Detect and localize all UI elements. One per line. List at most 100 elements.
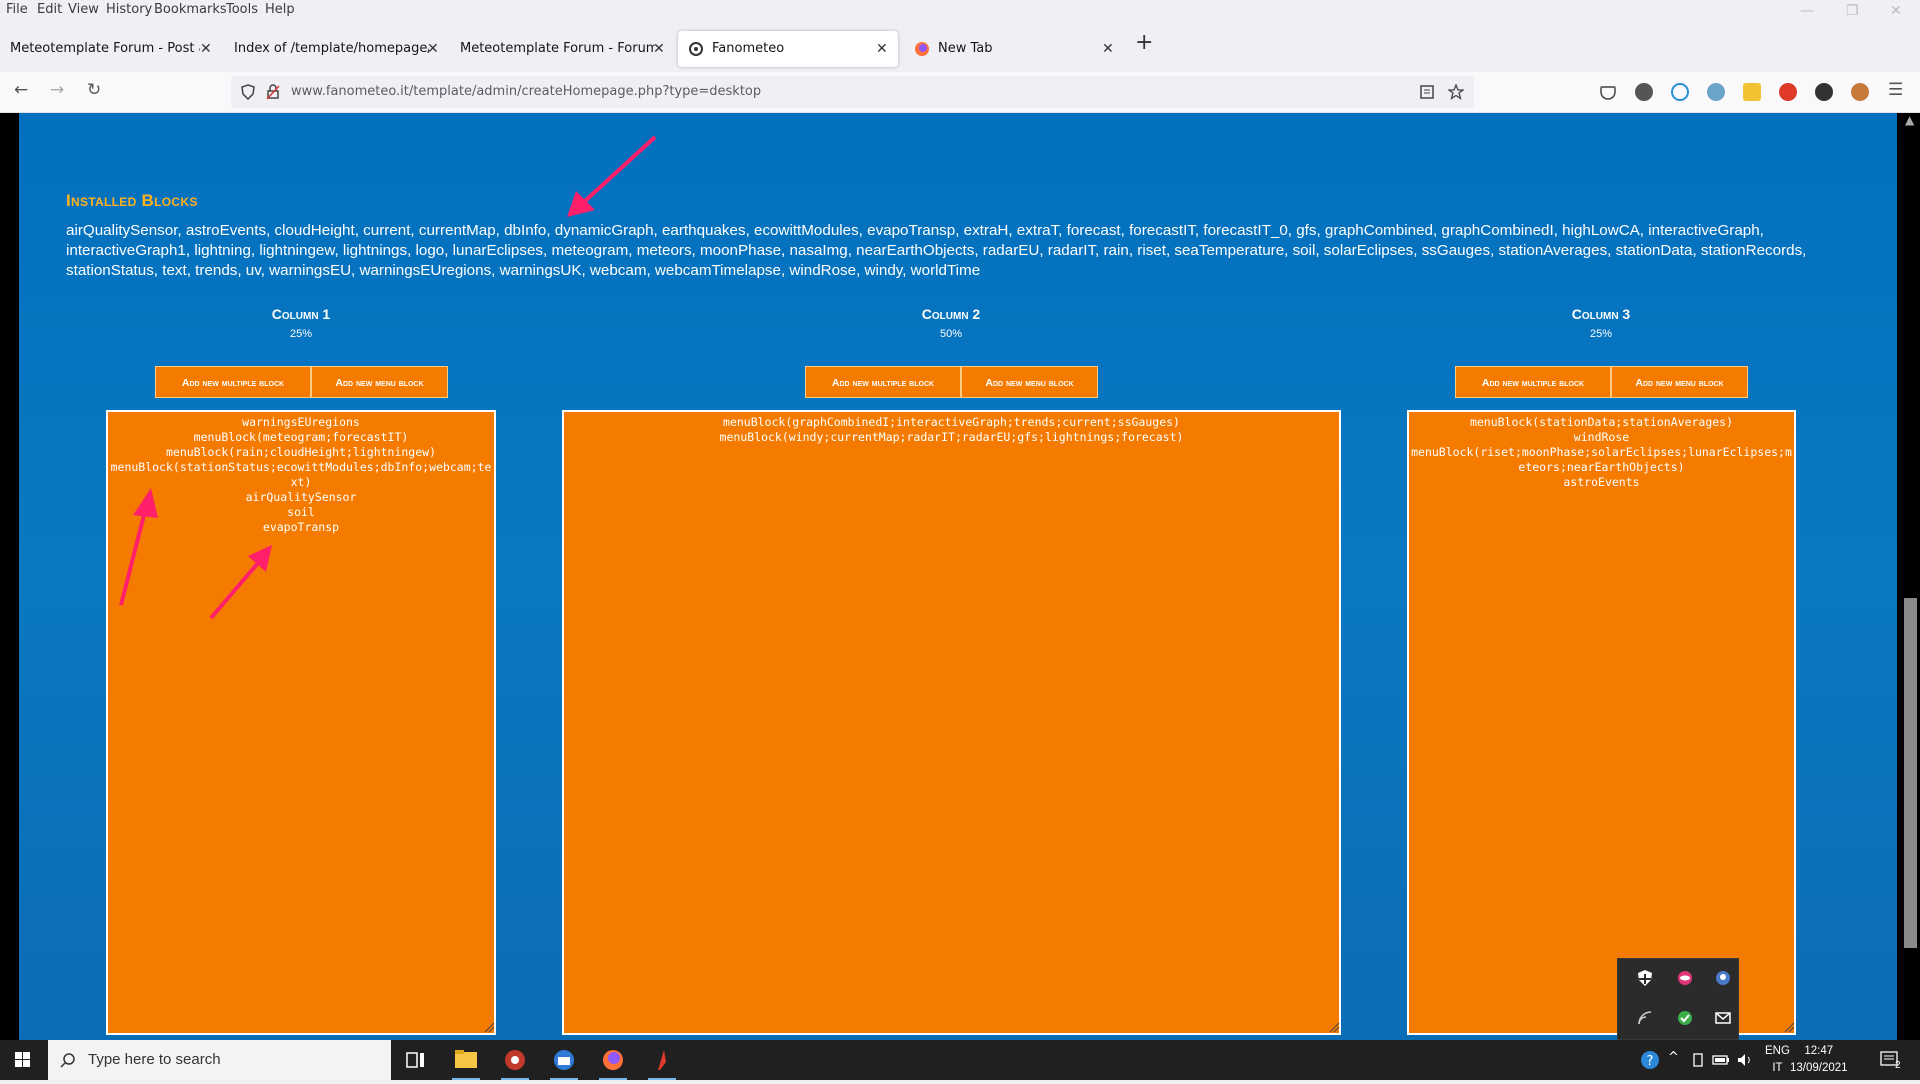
shield-icon[interactable] [240,84,256,100]
filezilla-icon[interactable] [638,1040,686,1080]
extension-cloud-icon[interactable] [1707,83,1725,101]
close-tab-icon[interactable]: ✕ [653,31,665,67]
eye-app-icon[interactable] [1676,969,1694,987]
clock[interactable]: 12:47 13/09/2021 [1790,1043,1848,1077]
language-indicator[interactable]: ENG IT [1765,1043,1790,1077]
keyboard-layout: IT [1772,1062,1783,1074]
defender-shield-icon[interactable] [1636,969,1654,987]
thunderbird-icon[interactable] [540,1040,588,1080]
close-tab-icon[interactable]: ✕ [876,31,888,67]
column-1-header: Column 1 25% [201,306,401,340]
resize-grip-icon[interactable] [1328,1021,1340,1033]
extension-f-icon[interactable] [1635,83,1653,101]
column-3-name: Column 3 [1571,306,1631,322]
add-multiple-block-button-col1[interactable]: Add new multiple block [155,366,311,398]
extension-notes-icon[interactable] [1743,83,1761,101]
tab-new-tab[interactable]: New Tab ✕ [904,31,1120,67]
page-viewport: Installed Blocks airQualitySensor, astro… [0,113,1920,1041]
firefox-favicon-icon [915,41,929,56]
scroll-up-icon[interactable]: ▲ [1905,113,1914,127]
add-multiple-block-button-col3[interactable]: Add new multiple block [1455,366,1611,398]
taskbar-search-box[interactable]: Type here to search [48,1040,391,1080]
add-menu-block-button-col1[interactable]: Add new menu block [311,366,448,398]
pocket-icon[interactable] [1599,83,1617,101]
add-menu-block-button-col2[interactable]: Add new menu block [961,366,1098,398]
menu-history[interactable]: History [106,2,152,17]
close-window-icon[interactable]: ✕ [1890,3,1902,19]
extension-fire-icon[interactable] [1779,83,1797,101]
menu-view[interactable]: View [68,2,99,17]
column-2-buttons: Add new multiple block Add new menu bloc… [805,366,1098,398]
add-menu-block-button-col3[interactable]: Add new menu block [1611,366,1748,398]
extension-globe-icon[interactable] [1815,83,1833,101]
column-1-textarea[interactable]: warningsEUregions menuBlock(meteogram;fo… [106,410,496,1035]
clock-date: 13/09/2021 [1790,1062,1848,1074]
url-bar[interactable]: www.fanometeo.it/template/admin/createHo… [231,76,1474,108]
help-icon[interactable]: ? [1640,1050,1660,1070]
vpn-pin-icon[interactable] [1714,969,1732,987]
resize-grip-icon[interactable] [1783,1021,1795,1033]
menu-bar: File Edit View History Bookmarks Tools H… [0,0,1920,20]
tab-fanometeo[interactable]: Fanometeo ✕ [678,31,898,67]
menu-tools[interactable]: Tools [226,2,258,17]
task-view-icon[interactable] [392,1040,440,1080]
notification-count: 2 [1895,1060,1901,1071]
device-icon[interactable] [1690,1052,1706,1068]
forward-arrow-icon[interactable]: → [50,80,64,100]
reload-icon[interactable]: ↻ [87,80,101,100]
installed-blocks-title: Installed Blocks [66,191,198,210]
green-check-icon[interactable] [1676,1009,1694,1027]
restore-icon[interactable]: ❐ [1846,3,1859,19]
column-1-percent: 25% [289,328,313,340]
new-tab-button[interactable]: + [1135,30,1153,55]
svg-text:?: ? [1647,1054,1654,1069]
file-explorer-icon[interactable] [442,1040,490,1080]
battery-icon[interactable] [1712,1052,1730,1068]
bookmark-star-icon[interactable] [1448,84,1464,100]
minimize-icon[interactable]: — [1800,3,1814,19]
wireless-display-icon[interactable] [1636,1009,1654,1027]
mail-icon[interactable] [1714,1009,1732,1027]
column-1-name: Column 1 [271,306,331,322]
menu-help[interactable]: Help [265,2,295,17]
scrollbar-thumb[interactable] [1904,598,1917,948]
column-2-percent: 50% [939,328,963,340]
column-2-textarea[interactable]: menuBlock(graphCombinedI;interactiveGrap… [562,410,1341,1035]
close-tab-icon[interactable]: ✕ [1102,31,1114,67]
page-scrollbar[interactable]: ▲ [1901,113,1920,1041]
resize-grip-icon[interactable] [483,1021,495,1033]
column-3-textarea[interactable]: menuBlock(stationData;stationAverages) w… [1407,410,1796,1035]
installed-blocks-list: airQualitySensor, astroEvents, cloudHeig… [66,222,1807,279]
navigation-bar: ← → ↻ www.fanometeo.it/template/admin/cr… [0,72,1920,113]
reader-view-icon[interactable] [1419,84,1435,100]
close-tab-icon[interactable]: ✕ [427,31,439,67]
menu-bookmarks[interactable]: Bookmarks [154,2,227,17]
insecure-lock-icon[interactable] [265,84,281,100]
firefox-icon[interactable] [589,1040,637,1080]
close-tab-icon[interactable]: ✕ [200,31,212,67]
volume-icon[interactable] [1736,1052,1754,1068]
add-multiple-block-button-col2[interactable]: Add new multiple block [805,366,961,398]
extension-circle-icon[interactable] [1671,83,1689,101]
fanometeo-favicon-icon [689,41,703,56]
menu-edit[interactable]: Edit [37,2,62,17]
extension-profile-icon[interactable] [1851,83,1869,101]
column-3-buttons: Add new multiple block Add new menu bloc… [1455,366,1748,398]
tab-title: Index of /template/homepage/blocks [234,41,429,56]
windows-start-icon[interactable] [0,1040,46,1080]
tab-strip: Meteotemplate Forum - Post a reply ✕ Ind… [0,28,1920,70]
menu-file[interactable]: File [6,2,28,17]
url-text[interactable]: www.fanometeo.it/template/admin/createHo… [291,84,761,99]
tray-expand-chevron-icon[interactable]: ^ [1668,1050,1679,1065]
tab-forum-post-reply[interactable]: Meteotemplate Forum - Post a reply ✕ [0,31,218,67]
column-2-name: Column 2 [921,306,981,322]
tray-overflow-popup [1617,958,1739,1040]
taskbar: Type here to search ? ^ ENG IT 12:47 13/… [0,1040,1920,1080]
hamburger-menu-icon[interactable]: ☰ [1888,80,1903,100]
back-arrow-icon[interactable]: ← [14,80,28,100]
app-red-icon[interactable] [491,1040,539,1080]
tab-title: Fanometeo [712,41,785,56]
column-2-header: Column 2 50% [851,306,1051,340]
tab-index-blocks[interactable]: Index of /template/homepage/blocks ✕ [224,31,444,67]
tab-forum-home[interactable]: Meteotemplate Forum - Forum Home ✕ [450,31,670,67]
